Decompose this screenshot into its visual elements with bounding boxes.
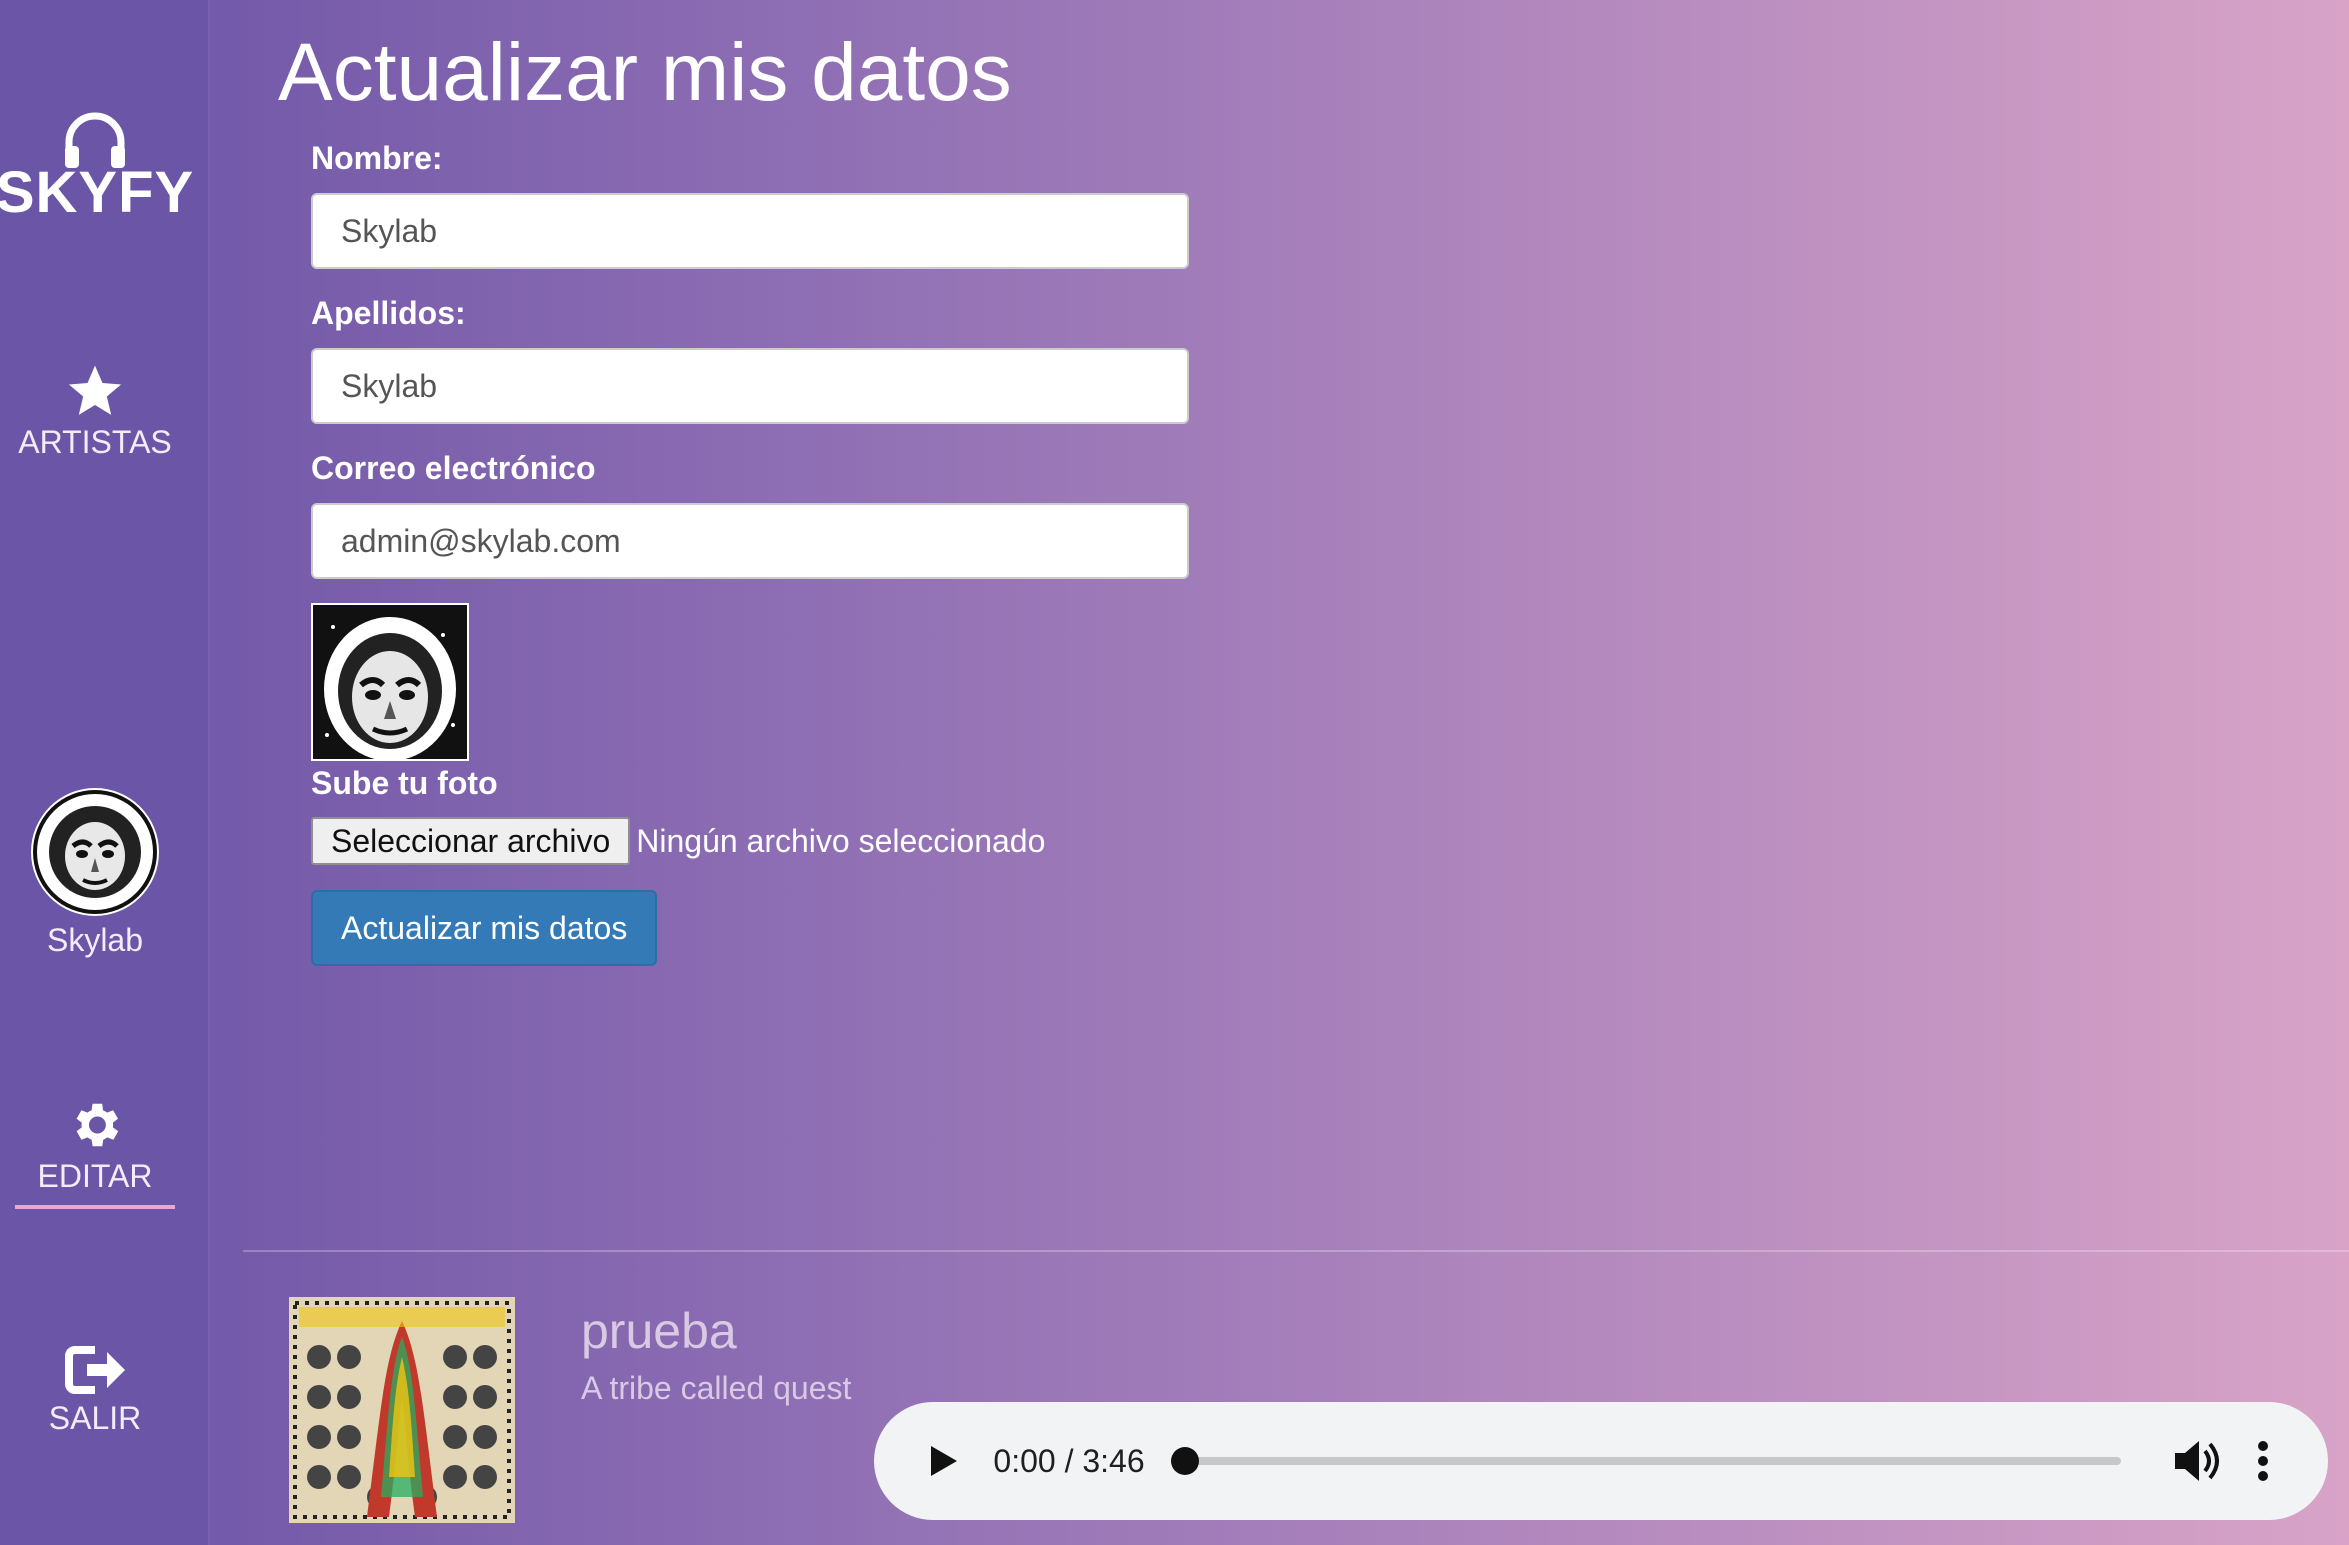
album-art — [289, 1297, 515, 1523]
file-upload: Seleccionar archivo Ningún archivo selec… — [311, 817, 1045, 865]
more-options-button[interactable] — [2239, 1431, 2289, 1491]
play-button[interactable] — [914, 1431, 973, 1491]
sidebar-item-label: ARTISTAS — [18, 424, 172, 460]
more-vertical-icon — [2258, 1441, 2269, 1481]
time-display: 0:00 / 3:46 — [993, 1442, 1145, 1479]
active-indicator — [15, 1205, 175, 1209]
sidebar-item-edit[interactable]: EDITAR — [0, 1096, 190, 1209]
photo-label: Sube tu foto — [311, 765, 498, 801]
astronaut-photo-icon — [313, 605, 467, 759]
sidebar-item-label: EDITAR — [37, 1158, 153, 1194]
avatar — [31, 788, 159, 916]
photo-preview — [311, 603, 469, 761]
gear-icon — [76, 1103, 119, 1147]
profile-name: Skylab — [46, 922, 144, 958]
album-cover-icon — [289, 1297, 515, 1523]
sidebar-item-label: SALIR — [48, 1400, 142, 1436]
select-file-button[interactable]: Seleccionar archivo — [311, 817, 631, 865]
progress-slider[interactable] — [1170, 1447, 2122, 1475]
email-field[interactable] — [311, 503, 1189, 579]
progress-thumb[interactable] — [1170, 1447, 1199, 1475]
surname-field[interactable] — [311, 348, 1189, 424]
sign-out-icon — [65, 1346, 125, 1394]
volume-button[interactable] — [2167, 1431, 2226, 1491]
name-label: Nombre: — [311, 140, 443, 176]
surname-label: Apellidos: — [311, 295, 466, 331]
star-icon — [68, 365, 122, 415]
track-artist: A tribe called quest — [581, 1370, 852, 1406]
logo-text: SKYFY — [0, 160, 195, 225]
sidebar-item-artists[interactable]: ARTISTAS — [0, 362, 190, 461]
file-status: Ningún archivo seleccionado — [636, 822, 1046, 859]
submit-button[interactable]: Actualizar mis datos — [311, 890, 658, 966]
audio-player: 0:00 / 3:46 — [874, 1402, 2328, 1520]
page-title: Actualizar mis datos — [278, 27, 1012, 118]
track-title: prueba — [581, 1303, 737, 1359]
email-label: Correo electrónico — [311, 450, 596, 486]
logo-link[interactable]: SKYFY — [0, 112, 193, 222]
name-field[interactable] — [311, 193, 1189, 269]
sidebar: SKYFY ARTISTAS Skylab EDITAR SALIR — [0, 0, 210, 1545]
astronaut-avatar-icon — [33, 790, 157, 914]
play-icon — [930, 1446, 957, 1476]
volume-icon — [2174, 1441, 2219, 1481]
sidebar-item-profile[interactable]: Skylab — [0, 788, 190, 959]
player-divider — [243, 1250, 2349, 1252]
sidebar-item-logout[interactable]: SALIR — [0, 1344, 190, 1437]
